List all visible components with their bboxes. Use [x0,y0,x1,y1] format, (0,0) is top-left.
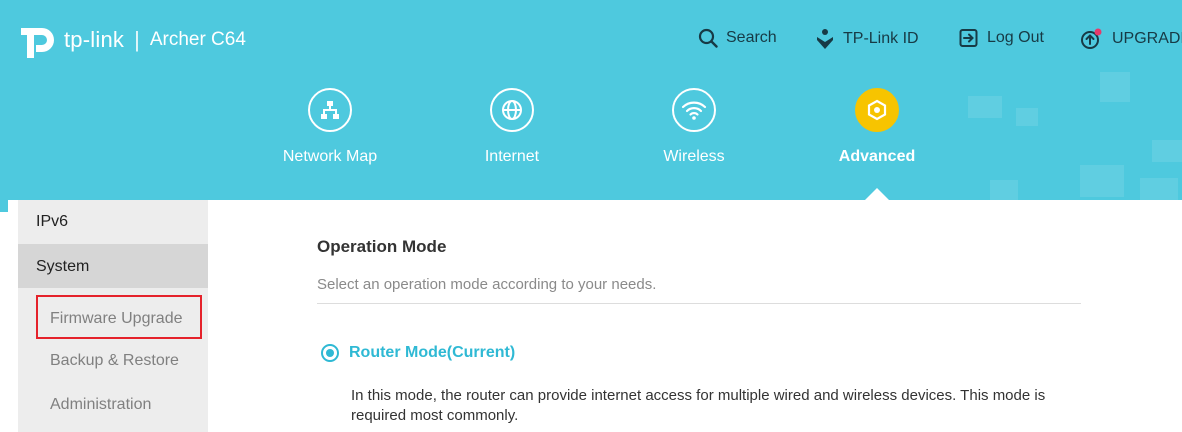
radio-selected-dot [326,349,334,357]
sidebar-section-system[interactable]: System [18,244,208,288]
search-icon [698,28,718,48]
search-link[interactable]: Search [698,28,777,48]
nav-label: Internet [484,148,540,165]
decor-block [1140,178,1178,200]
sidebar-item-administration[interactable]: Administration [50,396,151,414]
sidebar: IPv6 System Firmware Upgrade Backup & Re… [18,200,208,432]
upgrade-icon [1081,28,1102,49]
divider [317,303,1081,304]
tplink-logo-icon [21,28,54,58]
logout-link[interactable]: Log Out [959,28,1044,48]
model-name: Archer C64 [149,29,246,50]
decor-block [1080,165,1124,197]
router-mode-option[interactable]: Router Mode(Current) [321,344,515,362]
upgrade-label: UPGRADE [1112,30,1182,47]
decor-block [990,180,1018,200]
search-label: Search [726,29,777,46]
globe-icon [490,88,534,132]
router-mode-description: In this mode, the router can provide int… [351,387,1046,424]
nav-label: Wireless [663,148,725,165]
gear-icon [855,88,899,132]
logo-text: tp-link [64,27,125,52]
page-description: Select an operation mode according to yo… [317,276,657,293]
wifi-icon [672,88,716,132]
router-mode-label: Router Mode(Current) [349,344,516,361]
decor-block [1100,72,1130,102]
router-mode-radio[interactable] [321,344,339,362]
sidebar-item-ipv6[interactable]: IPv6 [18,200,208,244]
tplink-id-label: TP-Link ID [843,30,919,47]
nav-advanced[interactable]: Advanced [807,88,947,166]
nav-label: Network Map [282,148,378,165]
decor-block [1016,108,1038,126]
page-title: Operation Mode [317,237,447,256]
sidebar-item-backup-restore[interactable]: Backup & Restore [50,352,179,370]
nav-wireless[interactable]: Wireless [624,88,764,166]
decor-block [968,96,1002,118]
nav-network-map[interactable]: Network Map [260,88,400,166]
nav-internet[interactable]: Internet [442,88,582,166]
tplink-id-icon [817,29,833,49]
upgrade-link[interactable]: UPGRADE [1080,28,1182,50]
header-bar: tp-link | Archer C64 Search TP-Link ID L… [0,0,1182,212]
brand-logo[interactable]: tp-link | Archer C64 [14,20,246,60]
decor-block [1152,140,1182,162]
sidebar-item-firmware-upgrade[interactable]: Firmware Upgrade [50,310,182,328]
tplink-id-link[interactable]: TP-Link ID [815,28,919,50]
logout-icon [959,29,978,47]
logout-label: Log Out [987,29,1044,46]
network-map-icon [308,88,352,132]
nav-label: Advanced [838,148,916,165]
logo-separator: | [134,27,140,52]
